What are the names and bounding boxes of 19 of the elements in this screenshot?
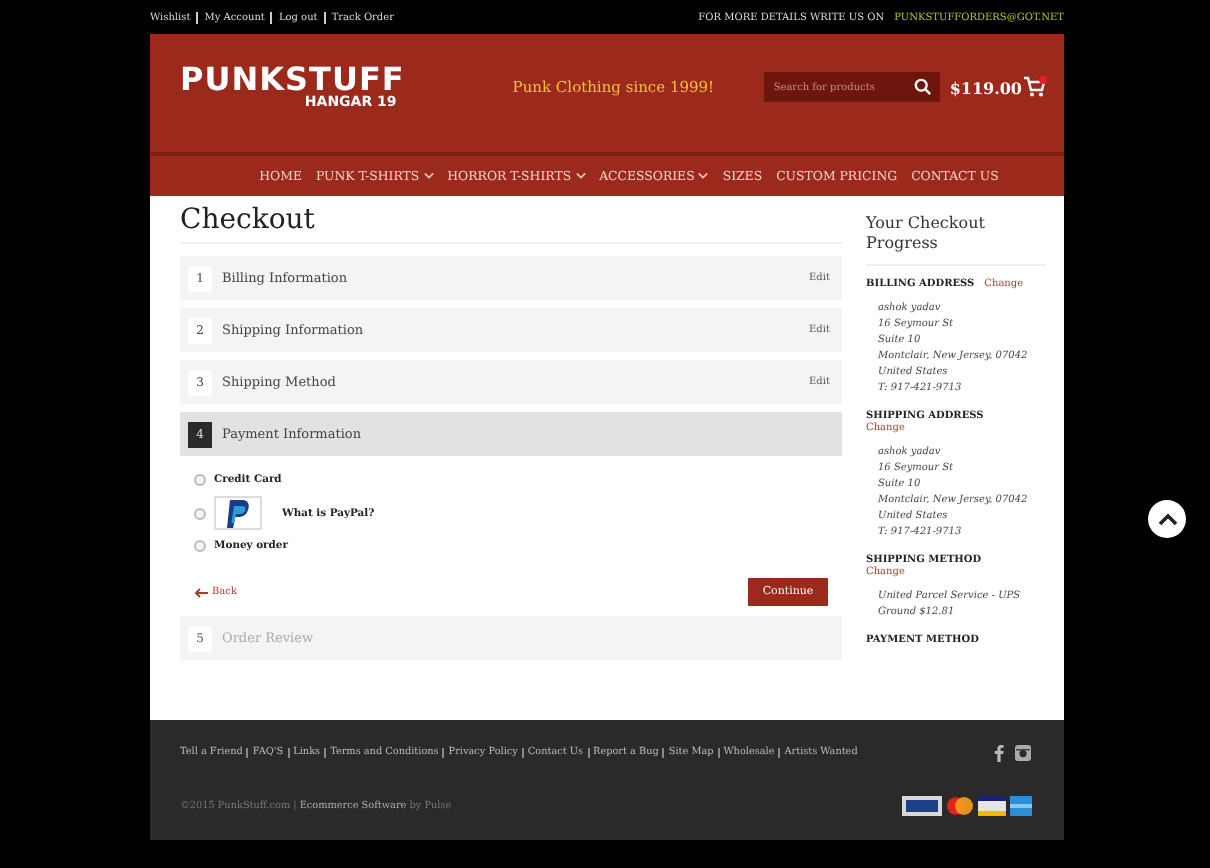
arrow-left-icon [194,587,208,598]
mastercard-icon [946,796,974,816]
radio-button[interactable] [194,474,206,487]
search-icon [914,78,933,96]
scroll-to-top-button[interactable] [1148,500,1186,538]
cart-icon[interactable] [1024,76,1048,98]
radio-button[interactable] [194,507,206,520]
radio-button[interactable] [194,540,206,553]
amex-card-icon [1010,796,1032,816]
chevron-up-icon [1157,512,1177,526]
paypal-card-icon [902,796,942,816]
cart-total[interactable]: $119.00 [949,77,1022,97]
paypal-logo [214,496,262,531]
instagram-icon [1014,743,1032,761]
sidebar-title: Your Checkout Progress [866,214,1046,266]
search-button[interactable] [907,72,940,102]
visa-card-icon [978,796,1006,816]
page-title: Checkout [180,206,842,245]
facebook-icon [994,743,1004,761]
